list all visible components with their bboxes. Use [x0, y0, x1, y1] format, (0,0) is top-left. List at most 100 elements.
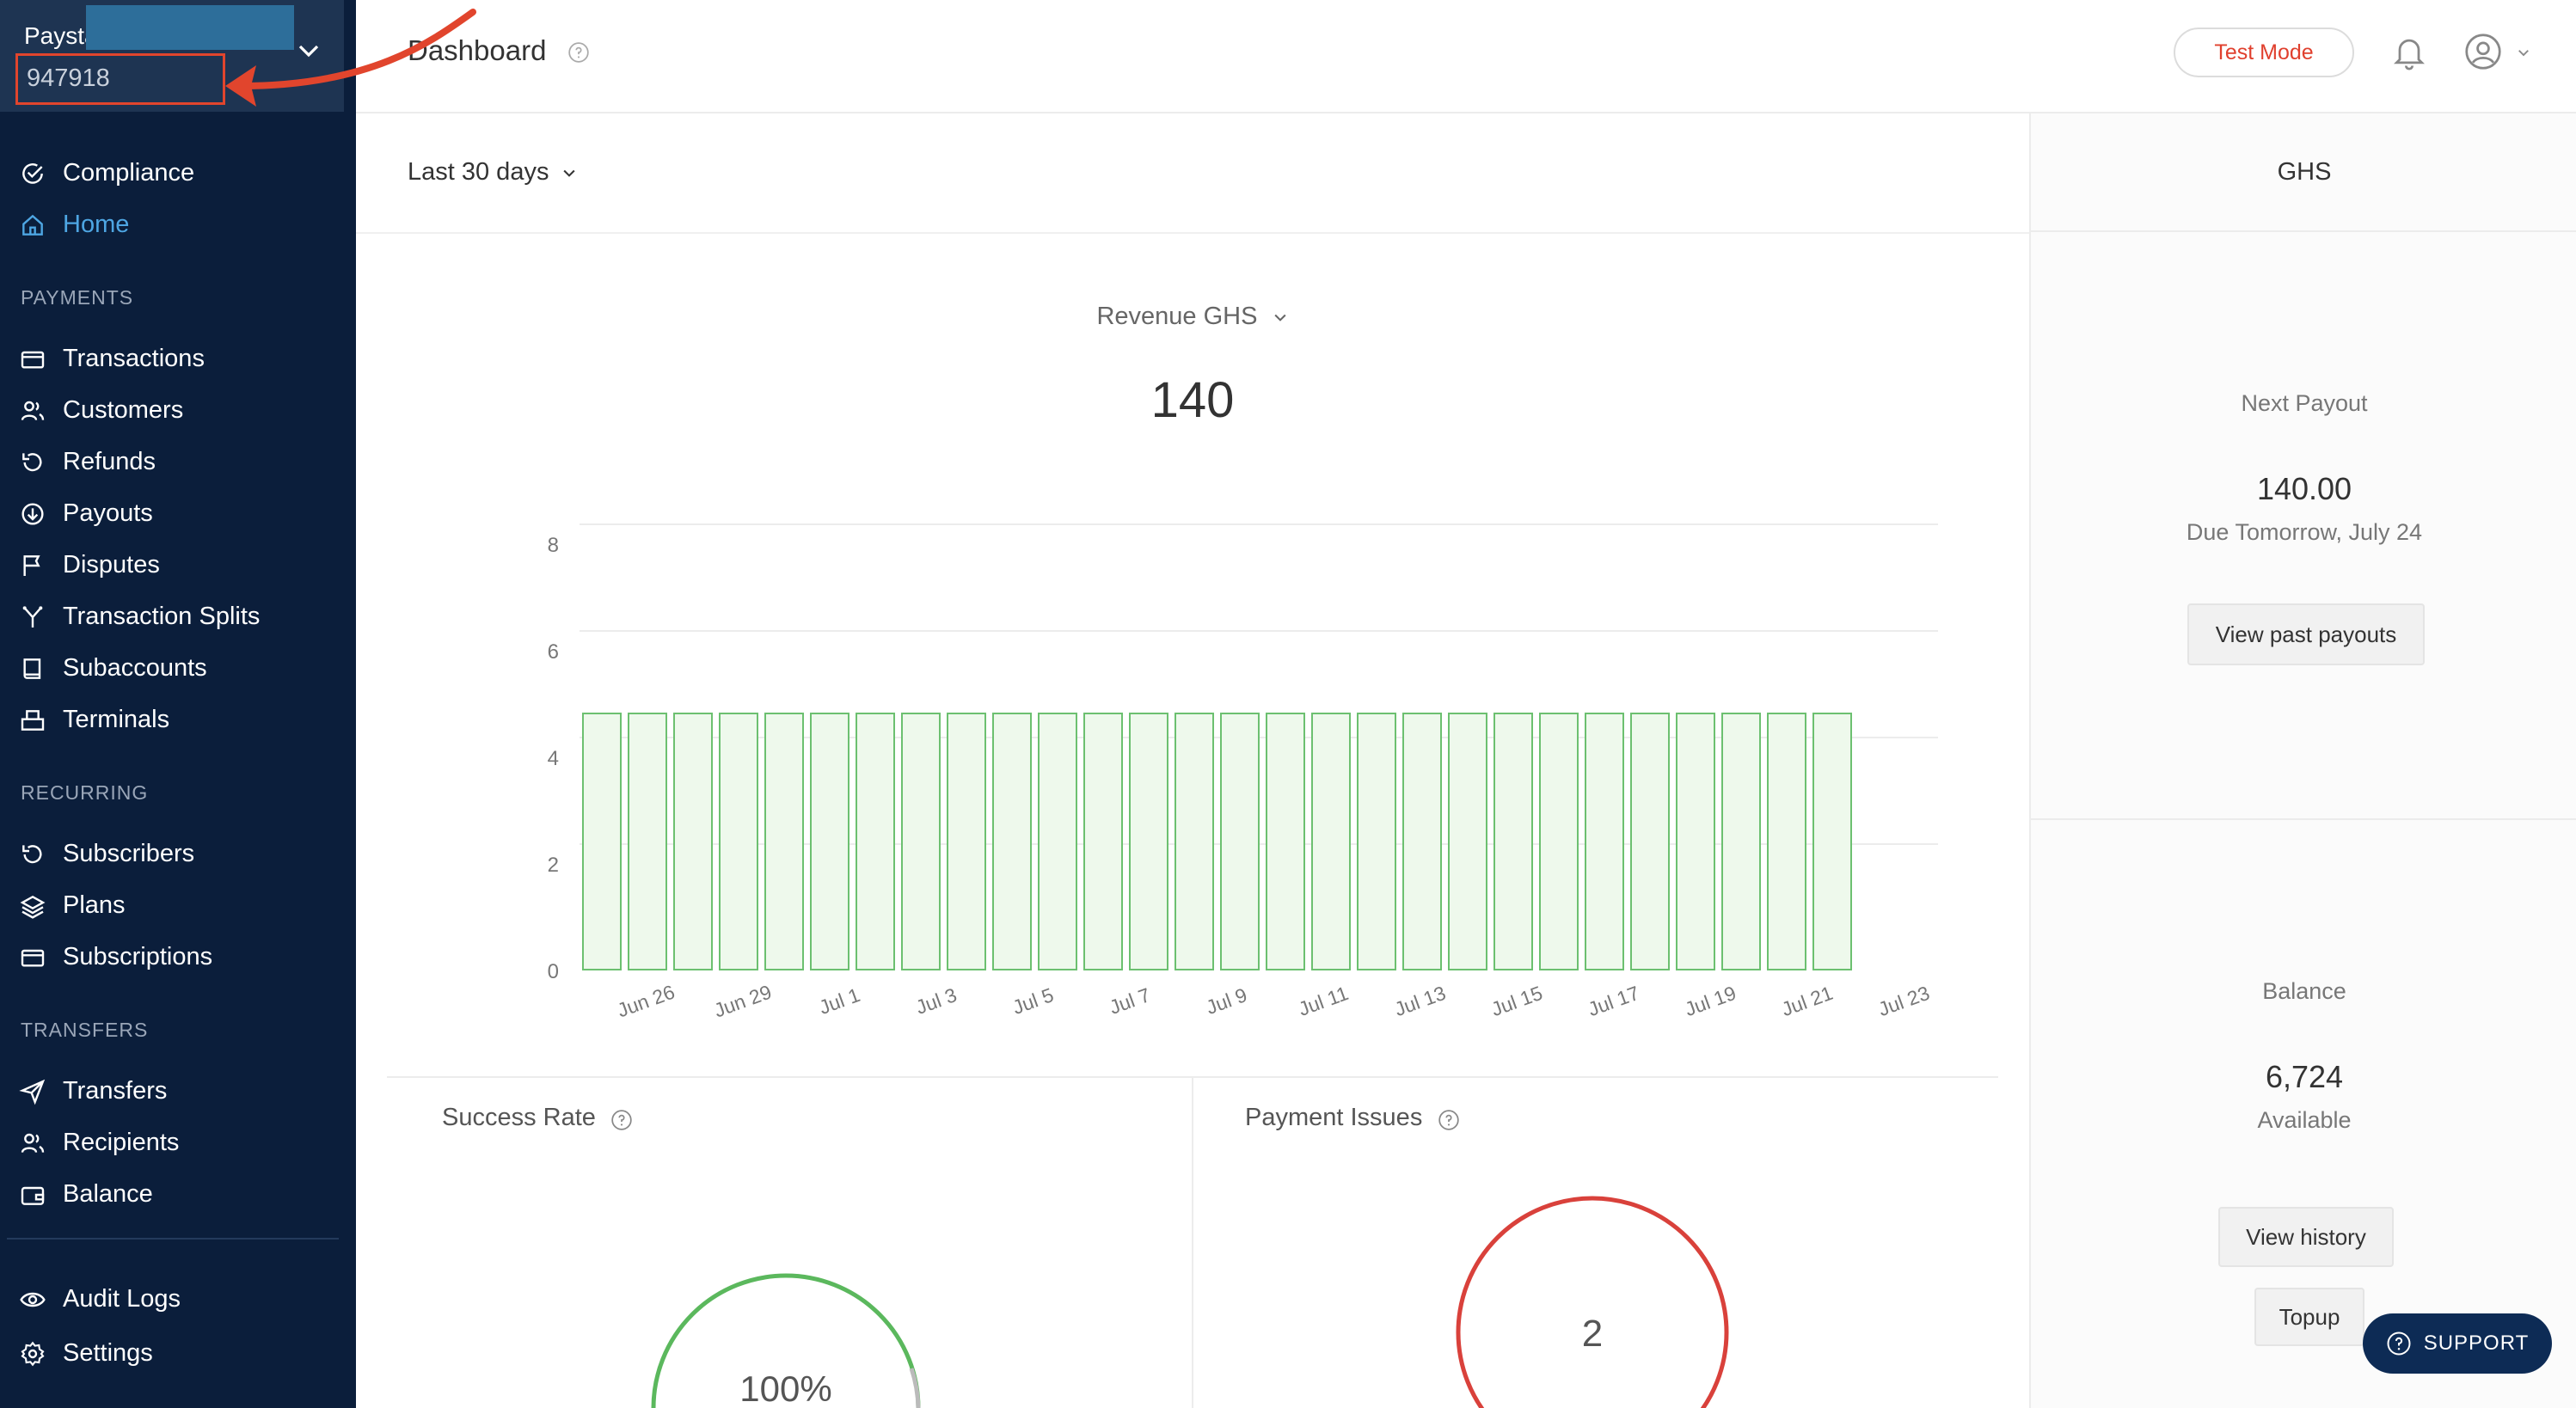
business-id: 947918	[27, 64, 110, 92]
book-icon	[23, 658, 41, 679]
payment-issues-value: 2	[1582, 1313, 1603, 1355]
top-bar: Dashboard Test Mode	[356, 0, 2576, 113]
bar	[947, 713, 986, 970]
next-payout-label: Next Payout	[2241, 390, 2368, 416]
sidebar-item-transactions[interactable]: Transactions	[0, 334, 356, 383]
help-icon[interactable]	[610, 1109, 633, 1131]
eye-icon	[20, 1292, 46, 1307]
help-icon[interactable]	[567, 41, 590, 64]
x-tick-label: Jun 26	[614, 980, 678, 1021]
bar	[1630, 713, 1670, 970]
x-tick-label: Jul 21	[1778, 982, 1836, 1020]
users-icon	[21, 401, 45, 421]
bar	[582, 713, 622, 970]
help-icon[interactable]	[1438, 1109, 1460, 1131]
terminal-icon	[21, 710, 45, 731]
sidebar-item-plans[interactable]: Plans	[0, 881, 356, 929]
bar	[1083, 713, 1123, 970]
sidebar-item-payouts[interactable]: Payouts	[0, 489, 356, 537]
payment-issues-gauge: 2	[1456, 1196, 1729, 1408]
refund-icon	[22, 453, 42, 472]
sidebar-item-home[interactable]: Home	[0, 200, 356, 248]
bar	[1585, 713, 1624, 970]
sidebar-item-subscriptions[interactable]: Subscriptions	[0, 933, 356, 981]
bar	[1129, 713, 1168, 970]
view-past-payouts-button[interactable]: View past payouts	[2187, 603, 2425, 665]
sidebar-item-transfers[interactable]: Transfers	[0, 1067, 356, 1115]
sidebar-item-label: Terminals	[63, 705, 170, 733]
bar	[1038, 713, 1077, 970]
x-tick-label: Jul 9	[1203, 983, 1250, 1019]
chevron-down-icon[interactable]	[296, 38, 322, 64]
x-tick-label: Jul 19	[1682, 982, 1739, 1020]
success-rate-value: 100%	[739, 1368, 831, 1408]
sidebar-item-recipients[interactable]: Recipients	[0, 1118, 356, 1166]
divider	[356, 232, 2029, 234]
x-tick-label: Jun 29	[711, 980, 775, 1021]
x-tick-label: Jul 3	[913, 983, 960, 1019]
x-tick-label: Jul 7	[1107, 983, 1154, 1019]
sidebar-item-label: Transfers	[63, 1076, 168, 1105]
sidebar-item-label: Transaction Splits	[63, 602, 261, 630]
user-avatar-icon[interactable]	[2464, 33, 2502, 70]
balance-available: Available	[2257, 1107, 2352, 1133]
success-rate-gauge: 100%	[651, 1273, 921, 1408]
bar	[1357, 713, 1396, 970]
x-tick-label: Jul 5	[1009, 983, 1057, 1019]
sidebar-item-label: Disputes	[63, 550, 160, 579]
test-mode-button[interactable]: Test Mode	[2174, 28, 2354, 77]
currency-header: GHS	[2031, 113, 2576, 232]
next-payout-due: Due Tomorrow, July 24	[2186, 519, 2423, 545]
sidebar-item-balance[interactable]: Balance	[0, 1170, 356, 1218]
gear-icon	[21, 1341, 45, 1367]
bar	[1676, 713, 1715, 970]
sidebar-item-disputes[interactable]: Disputes	[0, 541, 356, 589]
y-tick-label: 4	[548, 747, 559, 770]
sidebar-item-settings[interactable]: Settings	[0, 1329, 356, 1377]
payment-issues-title: Payment Issues	[1245, 1104, 1423, 1131]
next-payout-amount: 140.00	[2256, 471, 2352, 506]
y-tick-label: 2	[548, 854, 559, 877]
sidebar-item-terminals[interactable]: Terminals	[0, 695, 356, 744]
metric-select[interactable]: Revenue GHS	[356, 303, 2029, 331]
wallet-icon	[21, 1186, 45, 1205]
view-history-button[interactable]: View history	[2218, 1207, 2394, 1267]
sidebar-item-subscribers[interactable]: Subscribers	[0, 829, 356, 878]
sidebar-item-customers[interactable]: Customers	[0, 386, 356, 434]
sidebar-divider	[7, 1238, 339, 1240]
revenue-bar-chart: 0 2 4 6 8 Jun 26 Jun 29 Jul 1 Jul 3 Jul 5 Jul 7 Jul…	[548, 523, 1938, 1022]
bar	[1266, 713, 1305, 970]
balance-amount: 6,724	[2265, 1059, 2344, 1094]
sidebar-item-refunds[interactable]: Refunds	[0, 438, 356, 486]
topup-button[interactable]: Topup	[2254, 1288, 2364, 1346]
sidebar-item-label: Balance	[63, 1179, 153, 1208]
help-icon	[2387, 1331, 2411, 1356]
sidebar-item-audit-logs[interactable]: Audit Logs	[0, 1275, 356, 1323]
y-tick-label: 0	[548, 960, 559, 983]
support-button[interactable]: SUPPORT	[2363, 1313, 2552, 1374]
chevron-down-icon	[1273, 315, 1286, 322]
bar	[764, 713, 804, 970]
sidebar-item-subaccounts[interactable]: Subaccounts	[0, 644, 356, 692]
support-label: SUPPORT	[2423, 1331, 2530, 1355]
sidebar-item-label: Transactions	[63, 344, 205, 372]
section-title-transfers: TRANSFERS	[21, 1019, 149, 1041]
sidebar-item-compliance[interactable]: Compliance	[0, 149, 356, 197]
y-tick-label: 6	[548, 640, 559, 664]
chevron-down-icon[interactable]	[2516, 45, 2531, 60]
sidebar-item-label: Audit Logs	[63, 1284, 181, 1313]
bar	[1175, 713, 1214, 970]
sidebar-item-label: Compliance	[63, 158, 195, 187]
section-title-payments: PAYMENTS	[21, 286, 134, 309]
card-icon	[21, 351, 45, 369]
right-panel: GHS Next Payout 140.00 Due Tomorrow, Jul…	[2029, 113, 2576, 1408]
business-switcher[interactable]: Paysta 947918	[0, 0, 344, 112]
check-circle-icon	[22, 163, 43, 184]
date-range-select[interactable]: Last 30 days	[408, 158, 578, 187]
redaction-mask	[86, 5, 294, 50]
x-tick-label: Jul 11	[1296, 982, 1352, 1020]
bell-icon[interactable]	[2390, 31, 2428, 72]
layers-icon	[20, 895, 46, 919]
bar	[628, 713, 667, 970]
sidebar-item-transaction-splits[interactable]: Transaction Splits	[0, 592, 356, 640]
